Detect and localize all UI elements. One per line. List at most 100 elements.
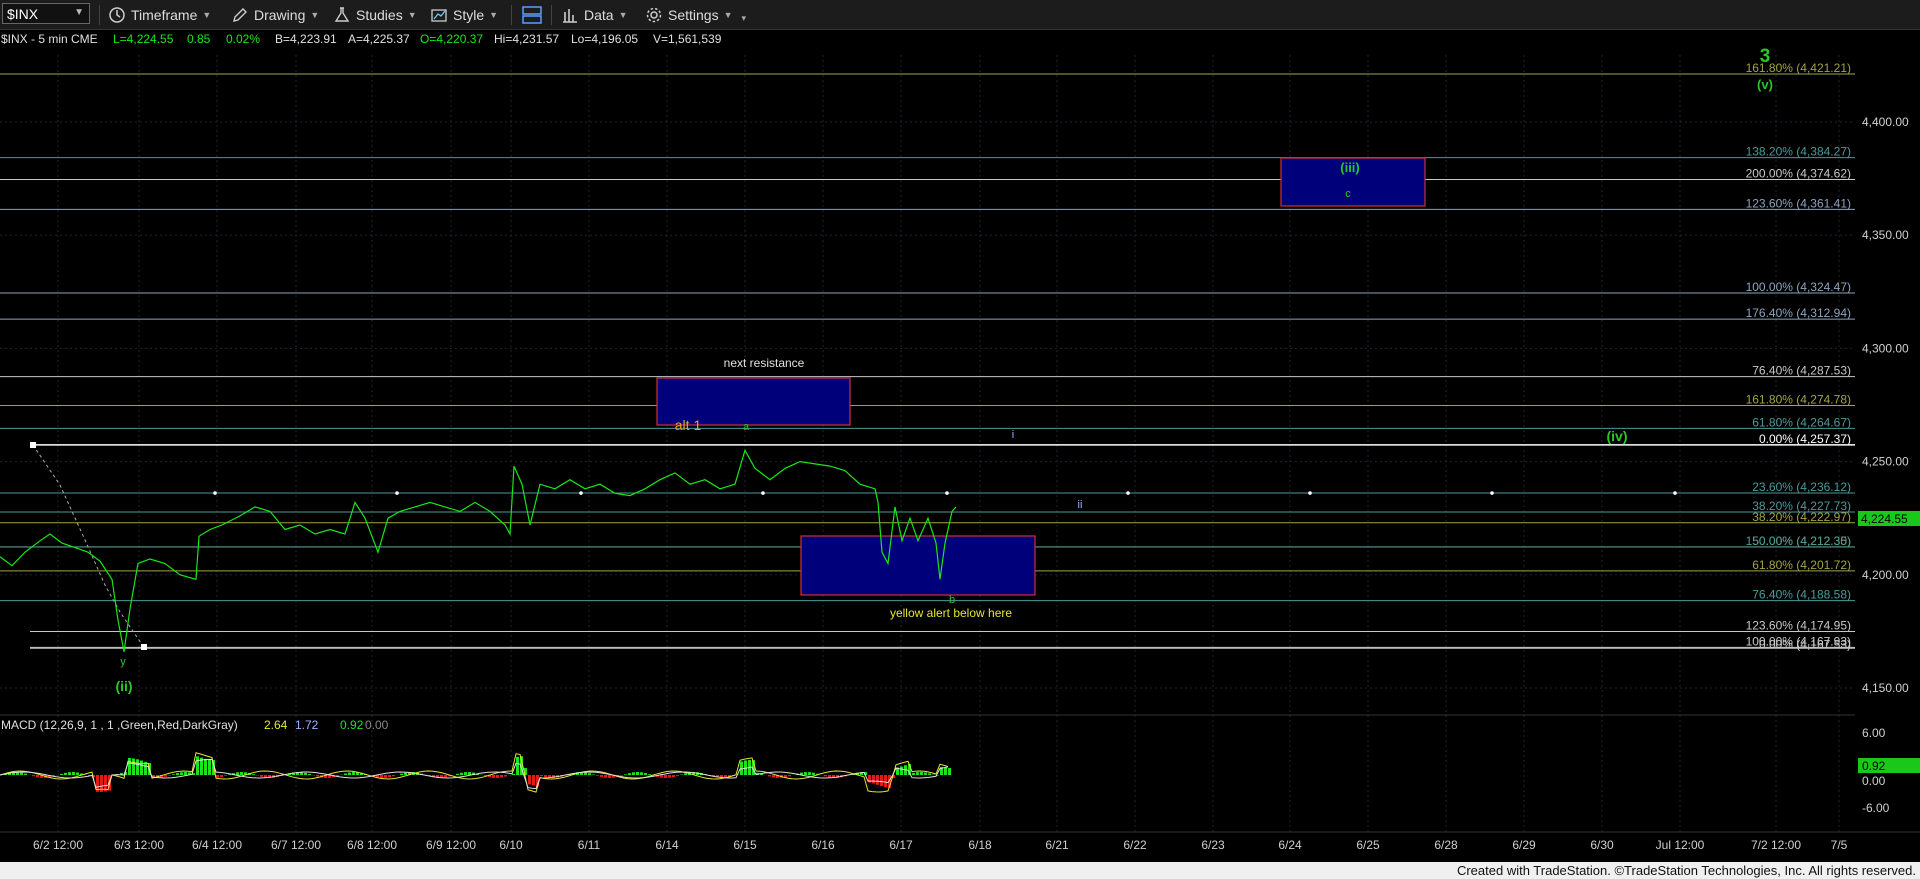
macd-bar	[928, 773, 931, 775]
macd-bar	[352, 772, 355, 775]
settings-button[interactable]: Settings ▼ ▾	[645, 4, 746, 25]
wave-c-label: c	[1345, 188, 1351, 200]
time-tick-label: 6/17	[889, 838, 913, 852]
macd-bar	[24, 773, 27, 775]
trend-line	[30, 442, 147, 650]
chart-style-icon	[431, 8, 447, 22]
macd-bar	[872, 775, 875, 784]
macd-bar	[444, 775, 447, 778]
fib-label: 123.60% (4,361.41)	[1746, 196, 1851, 210]
change: 0.85	[187, 32, 211, 46]
macd-bar	[208, 759, 211, 775]
macd-bar	[380, 775, 383, 778]
macd-bar	[252, 774, 255, 775]
toolbar-divider	[551, 5, 552, 25]
studies-button[interactable]: Studies ▼	[333, 4, 417, 25]
macd-bar	[240, 772, 243, 775]
macd-bar	[172, 774, 175, 775]
macd-bar	[504, 775, 507, 777]
macd-bar	[668, 775, 671, 778]
time-tick-label: 7/5	[1831, 838, 1848, 852]
macd-bar	[804, 772, 807, 775]
style-button[interactable]: Style ▼	[430, 4, 498, 25]
drawing-button[interactable]: Drawing ▼	[231, 4, 319, 25]
fib-label: 200.00% (4,374.62)	[1746, 166, 1851, 180]
last-price: L=4,224.55	[113, 32, 174, 46]
macd-bar	[196, 756, 199, 775]
macd-bar	[812, 772, 815, 775]
macd-bar	[948, 767, 951, 775]
marker-dot	[395, 491, 399, 495]
clock-icon	[109, 6, 125, 23]
macd-bar	[640, 772, 643, 775]
fib-label: 150.00% (4,212.30)	[1746, 534, 1851, 548]
macd-bar	[884, 775, 887, 788]
macd-value-2: 1.72	[295, 718, 319, 732]
layout-button[interactable]	[521, 4, 543, 25]
time-tick-label: 6/22	[1123, 838, 1147, 852]
marker-dot	[1490, 491, 1494, 495]
macd-bar	[924, 772, 927, 775]
macd-bar	[644, 773, 647, 775]
fib-label: 38.20% (4,222.97)	[1752, 510, 1851, 524]
price-tick-label: 4,150.00	[1862, 681, 1909, 695]
macd-bar	[620, 775, 623, 776]
symbol-input[interactable]: $INX ▼	[2, 3, 90, 24]
time-tick-label: 6/2 12:00	[33, 838, 83, 852]
wave-iii-label: (iii)	[1340, 160, 1360, 175]
macd-bar	[516, 756, 519, 775]
fib-label: 61.80% (4,201.72)	[1752, 558, 1851, 572]
style-label: Style	[453, 6, 485, 23]
macd-bar	[608, 775, 611, 778]
macd-bar	[64, 772, 67, 775]
studies-label: Studies	[356, 6, 403, 23]
time-tick-label: 6/23	[1201, 838, 1225, 852]
marker-dot	[1673, 491, 1677, 495]
data-button[interactable]: Data ▼	[561, 4, 628, 25]
macd-bar	[388, 775, 391, 778]
price-tick-label: 4,300.00	[1862, 341, 1909, 355]
trend-line-handle[interactable]	[141, 644, 147, 650]
chevron-down-icon: ▼	[618, 9, 628, 20]
macd-value-3: 0.92	[340, 718, 364, 732]
change-pct: 0.02%	[226, 32, 260, 46]
macd-bar	[392, 775, 395, 777]
macd-bar	[60, 773, 63, 775]
marker-dot	[1308, 491, 1312, 495]
trend-line-handle[interactable]	[30, 442, 36, 448]
volume: V=1,561,539	[653, 32, 722, 46]
pencil-icon	[233, 7, 247, 22]
macd-badge-text: 0.92	[1862, 759, 1886, 773]
price-chart[interactable]: 161.80% (4,421.21)138.20% (4,384.27)200.…	[0, 30, 1920, 868]
macd-bar	[624, 774, 627, 775]
macd-bar	[136, 759, 139, 775]
macd-bar	[604, 775, 607, 778]
wave-a-label: a	[743, 421, 750, 433]
time-tick-label: 6/9 12:00	[426, 838, 476, 852]
macd-bar	[828, 775, 831, 778]
fib-label: 176.40% (4,312.94)	[1746, 306, 1851, 320]
macd-bar	[636, 772, 639, 775]
macd-bar	[132, 758, 135, 775]
fib-label: 76.40% (4,287.53)	[1752, 364, 1851, 378]
macd-bar	[224, 775, 227, 776]
symbol-value: $INX	[7, 6, 39, 22]
macd-tick-high: 6.00	[1862, 726, 1886, 740]
chevron-down-icon[interactable]: ▼	[74, 7, 84, 18]
overflow-icon[interactable]: ▾	[742, 13, 747, 24]
time-tick-label: 6/7 12:00	[271, 838, 321, 852]
fib-label: 61.80% (4,264.67)	[1752, 415, 1851, 429]
macd-bar	[304, 772, 307, 775]
chevron-down-icon: ▼	[202, 9, 212, 20]
time-tick-label: 6/10	[499, 838, 523, 852]
symbol-info: $INX - 5 min CME	[1, 32, 98, 46]
timeframe-button[interactable]: Timeframe ▼	[108, 4, 211, 25]
time-tick-label: 6/21	[1045, 838, 1069, 852]
support-box[interactable]	[800, 535, 1036, 596]
toolbar-divider	[511, 5, 512, 25]
time-tick-label: 6/29	[1512, 838, 1536, 852]
chevron-down-icon: ▼	[407, 9, 417, 20]
drawing-label: Drawing	[254, 6, 306, 23]
macd-bar	[540, 775, 543, 776]
ask: A=4,225.37	[348, 32, 410, 46]
